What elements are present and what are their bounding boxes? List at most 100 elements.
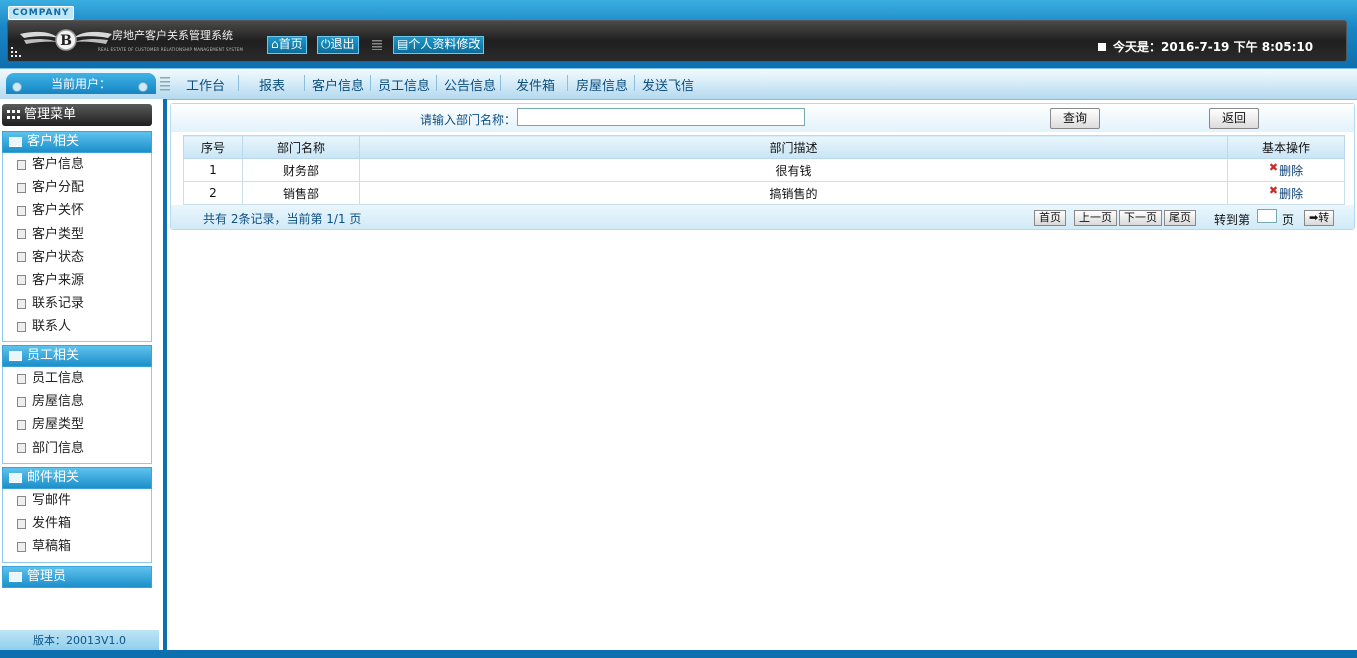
jump-to-label: 转到第 xyxy=(1214,213,1251,227)
next-page-button[interactable]: 下一页 xyxy=(1119,210,1162,226)
nav-item-houses[interactable]: 房屋信息 xyxy=(576,75,628,94)
first-page-button[interactable]: 首页 xyxy=(1034,210,1066,226)
document-icon: ▤ xyxy=(397,37,409,51)
pin-icon xyxy=(12,82,22,92)
sidebar-item-customer-type[interactable]: 客户类型 xyxy=(3,223,151,246)
nav-divider xyxy=(567,75,568,91)
sidebar-item-write-mail[interactable]: 写邮件 xyxy=(3,489,151,512)
page-icon xyxy=(17,419,26,430)
column-header-actions: 基本操作 xyxy=(1227,135,1345,159)
cell-name: 销售部 xyxy=(242,181,360,205)
nav-item-employees[interactable]: 员工信息 xyxy=(378,75,430,94)
sidebar-item-customer-source[interactable]: 客户来源 xyxy=(3,269,151,292)
sidebar-item-contact-records[interactable]: 联系记录 xyxy=(3,292,151,315)
profile-edit-button[interactable]: ▤个人资料修改 xyxy=(393,36,485,54)
nav-item-workbench[interactable]: 工作台 xyxy=(186,75,225,94)
home-icon: ⌂ xyxy=(271,37,279,51)
page-icon xyxy=(17,205,26,216)
nav-item-outbox[interactable]: 发件箱 xyxy=(516,75,555,94)
prev-page-button[interactable]: 上一页 xyxy=(1074,210,1117,226)
cell-desc: 搞销售的 xyxy=(359,181,1228,205)
search-label: 请输入部门名称： xyxy=(420,113,517,127)
logout-button[interactable]: ⏻退出 xyxy=(317,36,359,54)
dots-icon xyxy=(11,47,21,57)
nav-item-notices[interactable]: 公告信息 xyxy=(444,75,496,94)
sidebar-item-house-info[interactable]: 房屋信息 xyxy=(3,390,151,413)
page-icon xyxy=(17,275,26,286)
nav-divider xyxy=(370,75,371,91)
bottom-border xyxy=(0,650,1357,658)
record-summary: 共有 2条记录，当前第 1/1 页 xyxy=(203,212,362,226)
sidebar-item-drafts[interactable]: 草稿箱 xyxy=(3,535,151,558)
nav-divider xyxy=(304,75,305,91)
page-icon xyxy=(17,298,26,309)
current-date: 今天是：2016-7-19 下午 8:05:10 xyxy=(1098,38,1313,55)
delete-link[interactable]: ✖删除 xyxy=(1269,161,1303,178)
sidebar-item-department-info[interactable]: 部门信息 xyxy=(3,437,151,460)
sidebar-item-contacts[interactable]: 联系人 xyxy=(3,315,151,338)
sidebar: 管理菜单 客户相关 客户信息 客户分配 客户关怀 客户类型 客户状态 客户来源 … xyxy=(0,99,167,650)
go-button[interactable]: ➡转 xyxy=(1304,210,1335,226)
system-title: 房地产客户关系管理系统 xyxy=(112,29,233,42)
nav-item-send-fetion[interactable]: 发送飞信 xyxy=(642,75,694,94)
sidebar-section-customers[interactable]: 客户相关 xyxy=(2,131,152,153)
delete-link[interactable]: ✖删除 xyxy=(1268,184,1303,201)
nav-divider xyxy=(238,75,239,91)
sidebar-item-customer-info[interactable]: 客户信息 xyxy=(3,153,151,176)
search-row: 请输入部门名称： 查询 返回 xyxy=(171,104,1354,132)
sidebar-item-customer-assign[interactable]: 客户分配 xyxy=(3,176,151,199)
sidebar-item-customer-status[interactable]: 客户状态 xyxy=(3,246,151,269)
sidebar-item-outbox[interactable]: 发件箱 xyxy=(3,512,151,535)
page-unit-label: 页 xyxy=(1282,213,1295,227)
book-icon xyxy=(9,350,22,361)
header-bar: B 房地产客户关系管理系统 REAL ESTATE OF CUSTOMER RE… xyxy=(7,20,1347,62)
grip-icon xyxy=(160,77,170,91)
top-nav: 当前用户： 工作台 报表 客户信息 员工信息 公告信息 发件箱 房屋信息 发送飞… xyxy=(0,68,1357,100)
page-icon xyxy=(17,252,26,263)
header: COMPANY B 房地产客户关系管理系统 REAL ESTATE OF CUS… xyxy=(0,0,1357,68)
system-subtitle: REAL ESTATE OF CUSTOMER RELATIONSHIP MAN… xyxy=(98,47,244,52)
nav-divider xyxy=(500,75,501,91)
page-icon xyxy=(17,495,26,506)
power-icon: ⏻ xyxy=(321,37,331,51)
back-button[interactable]: 返回 xyxy=(1209,108,1259,129)
sidebar-group-customers: 客户信息 客户分配 客户关怀 客户类型 客户状态 客户来源 联系记录 联系人 xyxy=(2,153,152,342)
sidebar-item-house-type[interactable]: 房屋类型 xyxy=(3,413,151,436)
nav-divider xyxy=(634,75,635,91)
page-icon xyxy=(17,321,26,332)
department-table: 序号 部门名称 部门描述 基本操作 1 财务部 很有钱 ✖删除 2 销售部 搞销… xyxy=(183,135,1345,205)
page-icon xyxy=(17,541,26,552)
cell-actions: ✖删除 xyxy=(1227,181,1345,205)
sidebar-section-mail[interactable]: 邮件相关 xyxy=(2,467,152,489)
nav-divider xyxy=(436,75,437,91)
home-button[interactable]: ⌂首页 xyxy=(267,36,307,54)
cell-actions: ✖删除 xyxy=(1227,158,1345,182)
svg-text:B: B xyxy=(60,33,72,49)
book-icon xyxy=(9,136,22,147)
query-button[interactable]: 查询 xyxy=(1050,108,1100,129)
sidebar-group-employees: 员工信息 房屋信息 房屋类型 部门信息 xyxy=(2,367,152,464)
pagination-bar: 共有 2条记录，当前第 1/1 页 首页 上一页 下一页 尾页 转到第 页 ➡转 xyxy=(171,205,1354,229)
sidebar-section-employees[interactable]: 员工相关 xyxy=(2,345,152,367)
book-icon xyxy=(9,472,22,483)
grip-icon xyxy=(372,40,382,50)
nav-item-reports[interactable]: 报表 xyxy=(259,75,285,94)
sidebar-item-employee-info[interactable]: 员工信息 xyxy=(3,367,151,390)
department-panel: 请输入部门名称： 查询 返回 序号 部门名称 部门描述 基本操作 1 财务部 很… xyxy=(170,103,1355,230)
last-page-button[interactable]: 尾页 xyxy=(1164,210,1196,226)
page-icon xyxy=(17,443,26,454)
delete-x-icon: ✖ xyxy=(1268,184,1279,197)
cell-name: 财务部 xyxy=(242,158,360,182)
sidebar-item-customer-care[interactable]: 客户关怀 xyxy=(3,199,151,222)
page-number-input[interactable] xyxy=(1257,209,1277,223)
table-header-row: 序号 部门名称 部门描述 基本操作 xyxy=(183,135,1345,159)
cell-desc: 很有钱 xyxy=(359,158,1228,182)
nav-item-customers[interactable]: 客户信息 xyxy=(312,75,364,94)
column-header-desc: 部门描述 xyxy=(359,135,1228,159)
book-icon xyxy=(9,571,22,582)
sidebar-section-admin[interactable]: 管理员 xyxy=(2,566,152,588)
sidebar-title: 管理菜单 xyxy=(2,104,152,126)
company-badge: COMPANY xyxy=(8,6,74,20)
department-name-input[interactable] xyxy=(517,108,805,126)
page-icon xyxy=(17,396,26,407)
